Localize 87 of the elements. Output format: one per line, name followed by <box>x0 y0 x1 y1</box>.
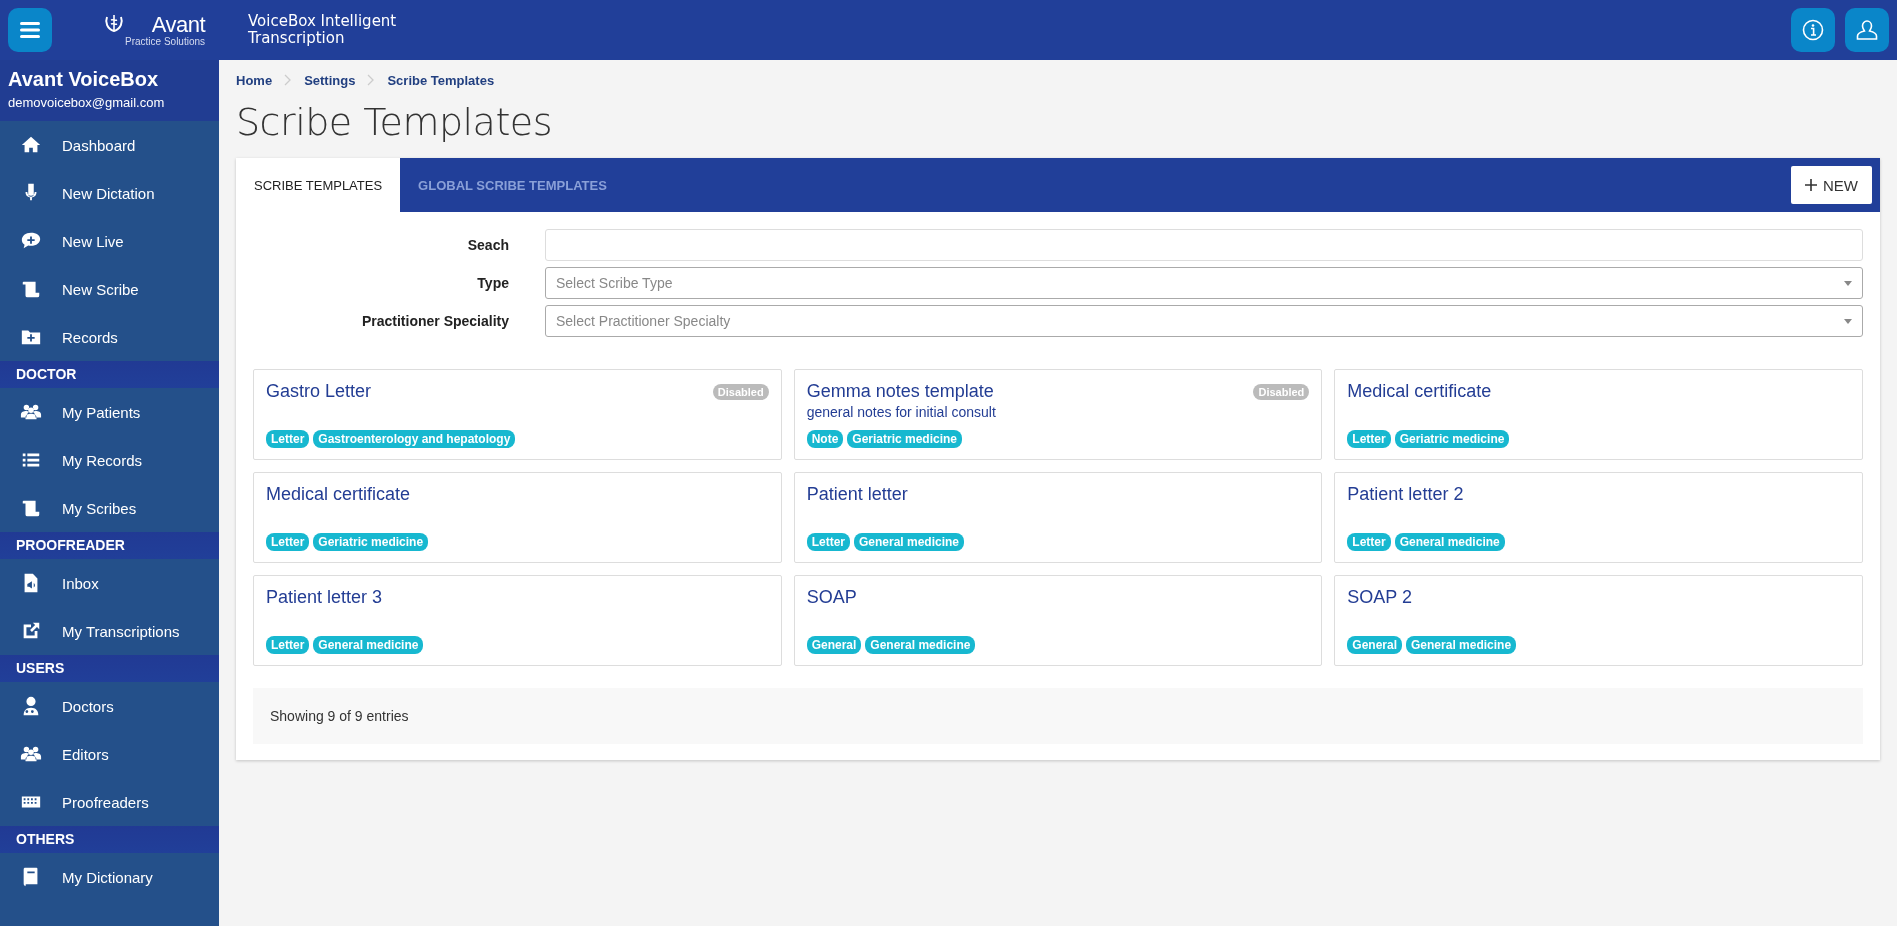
section-header: OTHERS <box>0 826 219 853</box>
menu-icon <box>20 22 40 38</box>
tab[interactable]: GLOBAL SCRIBE TEMPLATES <box>400 158 625 212</box>
nav-item[interactable]: New Scribe <box>0 265 219 313</box>
logo-text: Avant <box>151 13 206 36</box>
tag: Note <box>806 430 844 448</box>
breadcrumb-link[interactable]: Home <box>236 72 273 88</box>
field-label: Practitioner Speciality <box>360 313 509 329</box>
breadcrumb-link[interactable]: Settings <box>304 72 356 88</box>
tag: Letter <box>266 430 310 448</box>
nav-item[interactable]: My Records <box>0 436 219 484</box>
template-card[interactable]: Gastro Letter Disabled Letter Gastroenterology and hepatology <box>253 369 782 460</box>
product-name: VoiceBox Intelligent Transcription <box>248 13 398 47</box>
plus-icon <box>1805 179 1817 191</box>
nav-item[interactable]: Editors <box>0 730 219 778</box>
tag: Gastroenterology and hepatology <box>313 430 516 448</box>
template-card[interactable]: SOAP General General medicine <box>793 575 1323 666</box>
status-badge: Disabled <box>1253 383 1310 400</box>
tab[interactable]: SCRIBE TEMPLATES <box>236 158 401 212</box>
section-header: DOCTOR <box>0 361 219 388</box>
section-header: PROOFREADER <box>0 532 219 559</box>
tag: Letter <box>1347 533 1391 551</box>
tag: Letter <box>806 533 850 551</box>
tag: Letter <box>266 636 310 654</box>
template-title: Gastro Letter <box>266 381 372 402</box>
nav-item[interactable]: New Live <box>0 217 219 265</box>
template-title: SOAP 2 <box>1347 587 1413 608</box>
tag: General medicine <box>1406 636 1517 654</box>
tag: Geriatric medicine <box>847 430 963 448</box>
field-label: Seach <box>466 237 509 253</box>
section-header: USERS <box>0 655 219 682</box>
nav-item[interactable]: My Dictionary <box>0 853 219 901</box>
template-card[interactable]: Patient letter Letter General medicine <box>793 472 1323 563</box>
user-button[interactable] <box>1845 8 1889 52</box>
nav-item[interactable]: My Scribes <box>0 484 219 532</box>
status-badge: Disabled <box>712 383 769 400</box>
template-title: SOAP <box>806 587 857 608</box>
app-title: Avant VoiceBox <box>8 68 160 91</box>
tag: General <box>806 636 862 654</box>
nav-item[interactable]: Proofreaders <box>0 778 219 826</box>
template-title: Medical certificate <box>1347 381 1492 402</box>
field-label: Type <box>476 275 509 291</box>
new-button[interactable]: NEW <box>1791 166 1872 204</box>
info-icon <box>1802 19 1824 41</box>
template-description: general notes for initial consult <box>806 404 997 420</box>
caret-icon <box>1844 318 1852 324</box>
template-title: Patient letter <box>806 484 908 505</box>
info-button[interactable] <box>1791 8 1835 52</box>
chevron-icon <box>367 74 376 86</box>
tag: General medicine <box>865 636 976 654</box>
nav-item[interactable]: Records <box>0 313 219 361</box>
template-title: Patient letter 2 <box>1347 484 1464 505</box>
tag: General <box>1347 636 1403 654</box>
tag: General medicine <box>313 636 424 654</box>
select-field[interactable]: Select Practitioner Specialty <box>545 305 1863 337</box>
template-title: Patient letter 3 <box>266 587 383 608</box>
nav-item[interactable]: Dashboard <box>0 121 219 169</box>
template-title: Medical certificate <box>266 484 411 505</box>
logo-tagline: Practice Solutions <box>125 35 206 47</box>
template-card[interactable]: Medical certificate Letter Geriatric medicine <box>1334 369 1863 460</box>
template-card[interactable]: Patient letter 3 Letter General medicine <box>253 575 782 666</box>
chevron-icon <box>284 74 293 86</box>
entries-count: Showing 9 of 9 entries <box>270 708 409 724</box>
tag: Letter <box>266 533 310 551</box>
user-email: demovoicebox@gmail.com <box>8 95 166 110</box>
tag: General medicine <box>1394 533 1505 551</box>
nav-item[interactable]: Inbox <box>0 559 219 607</box>
template-card[interactable]: Patient letter 2 Letter General medicine <box>1334 472 1863 563</box>
template-card[interactable]: Gemma notes template Disabled general notes for initial consult Note Geriatric medicine <box>793 369 1323 460</box>
breadcrumb-link[interactable]: Scribe Templates <box>387 72 495 88</box>
nav-item[interactable]: Doctors <box>0 682 219 730</box>
tag: Geriatric medicine <box>313 533 429 551</box>
menu-button[interactable] <box>8 8 52 52</box>
select-field[interactable]: Select Scribe Type <box>545 267 1863 299</box>
tag: Geriatric medicine <box>1394 430 1510 448</box>
caret-icon <box>1844 280 1852 286</box>
tag: Letter <box>1347 430 1391 448</box>
template-card[interactable]: Medical certificate Letter Geriatric medicine <box>253 472 782 563</box>
nav-item[interactable]: My Patients <box>0 388 219 436</box>
template-card[interactable]: SOAP 2 General General medicine <box>1334 575 1863 666</box>
nav-item[interactable]: My Transcriptions <box>0 607 219 655</box>
tag: General medicine <box>854 533 965 551</box>
user-icon <box>1856 19 1878 41</box>
template-title: Gemma notes template <box>806 381 994 402</box>
search-field[interactable] <box>545 229 1863 261</box>
page-title: Scribe Templates <box>236 100 553 144</box>
nav-item[interactable]: New Dictation <box>0 169 219 217</box>
